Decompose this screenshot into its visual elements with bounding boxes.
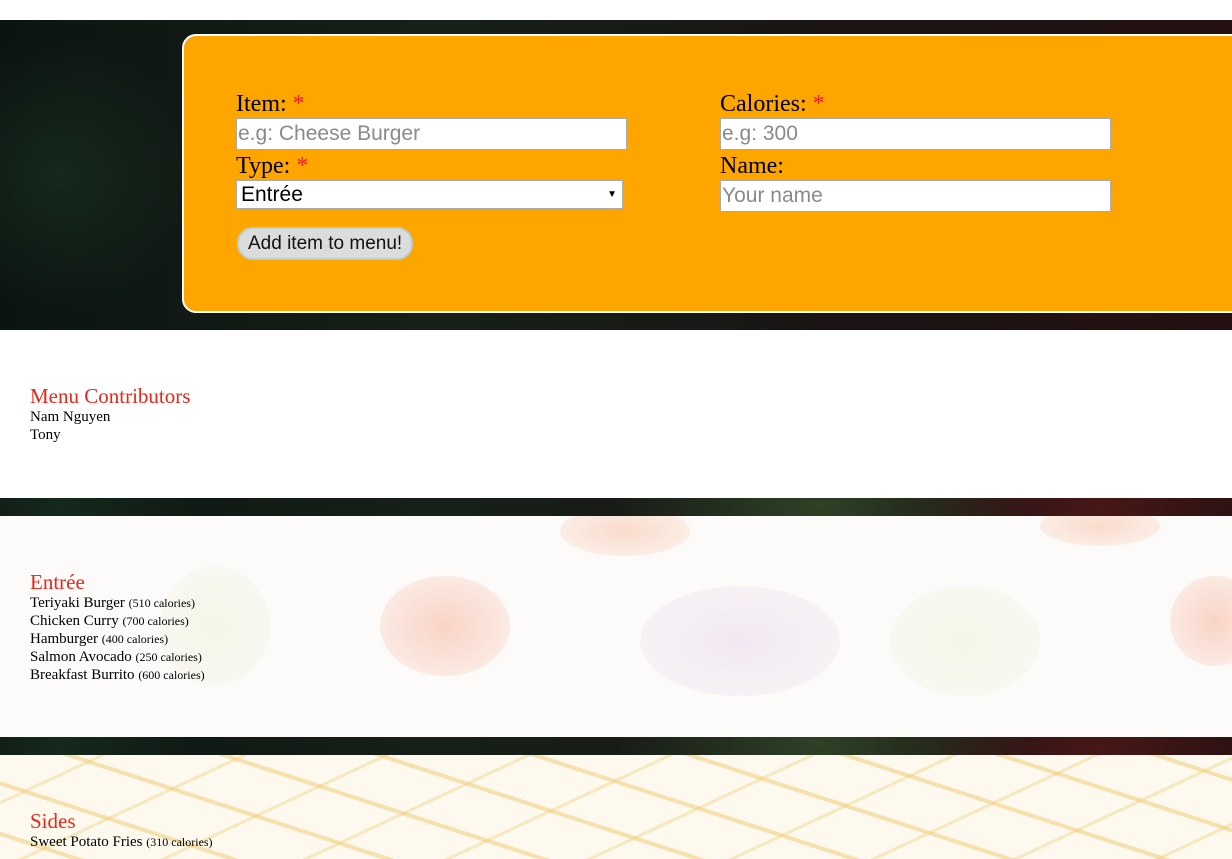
calories-label: Calories: * <box>720 91 825 117</box>
entree-section: Entrée Teriyaki Burger (510 calories) Ch… <box>0 516 1232 737</box>
contributor-name: Tony <box>30 427 61 443</box>
menu-item: Chicken Curry (700 calories) <box>30 613 189 629</box>
name-input[interactable] <box>720 180 1111 212</box>
contributor-name: Nam Nguyen <box>30 409 111 425</box>
contributors-heading: Menu Contributors <box>30 384 191 408</box>
section-divider <box>0 737 1232 755</box>
sides-section: Sides Sweet Potato Fries (310 calories) <box>0 755 1232 859</box>
section-divider <box>0 498 1232 516</box>
type-select-value: Entrée <box>241 183 303 206</box>
required-marker: * <box>812 91 825 117</box>
dropdown-arrow-icon: ▼ <box>607 189 617 200</box>
menu-item: Breakfast Burrito (600 calories) <box>30 667 205 683</box>
calories-input[interactable] <box>720 118 1111 150</box>
add-item-form: Item: * Calories: * Type: * Entrée ▼ Nam… <box>182 34 1232 313</box>
sides-heading: Sides <box>30 809 76 833</box>
name-label: Name: <box>720 153 784 179</box>
contributors-list: Nam Nguyen Tony <box>30 408 110 444</box>
entree-heading: Entrée <box>30 570 85 594</box>
item-label: Item: * <box>236 91 305 117</box>
type-label: Type: * <box>236 153 309 179</box>
menu-item: Sweet Potato Fries (310 calories) <box>30 834 213 850</box>
add-item-button[interactable]: Add item to menu! <box>237 227 414 260</box>
menu-item: Salmon Avocado (250 calories) <box>30 649 202 665</box>
contributors-section: Menu Contributors Nam Nguyen Tony <box>0 330 1232 498</box>
required-marker: * <box>296 153 309 179</box>
item-input[interactable] <box>236 118 627 150</box>
required-marker: * <box>292 91 305 117</box>
entree-list: Teriyaki Burger (510 calories) Chicken C… <box>30 594 205 684</box>
sides-list: Sweet Potato Fries (310 calories) <box>30 833 213 851</box>
menu-item: Hamburger (400 calories) <box>30 631 169 647</box>
type-select[interactable]: Entrée ▼ <box>236 180 623 209</box>
menu-item: Teriyaki Burger (510 calories) <box>30 595 195 611</box>
